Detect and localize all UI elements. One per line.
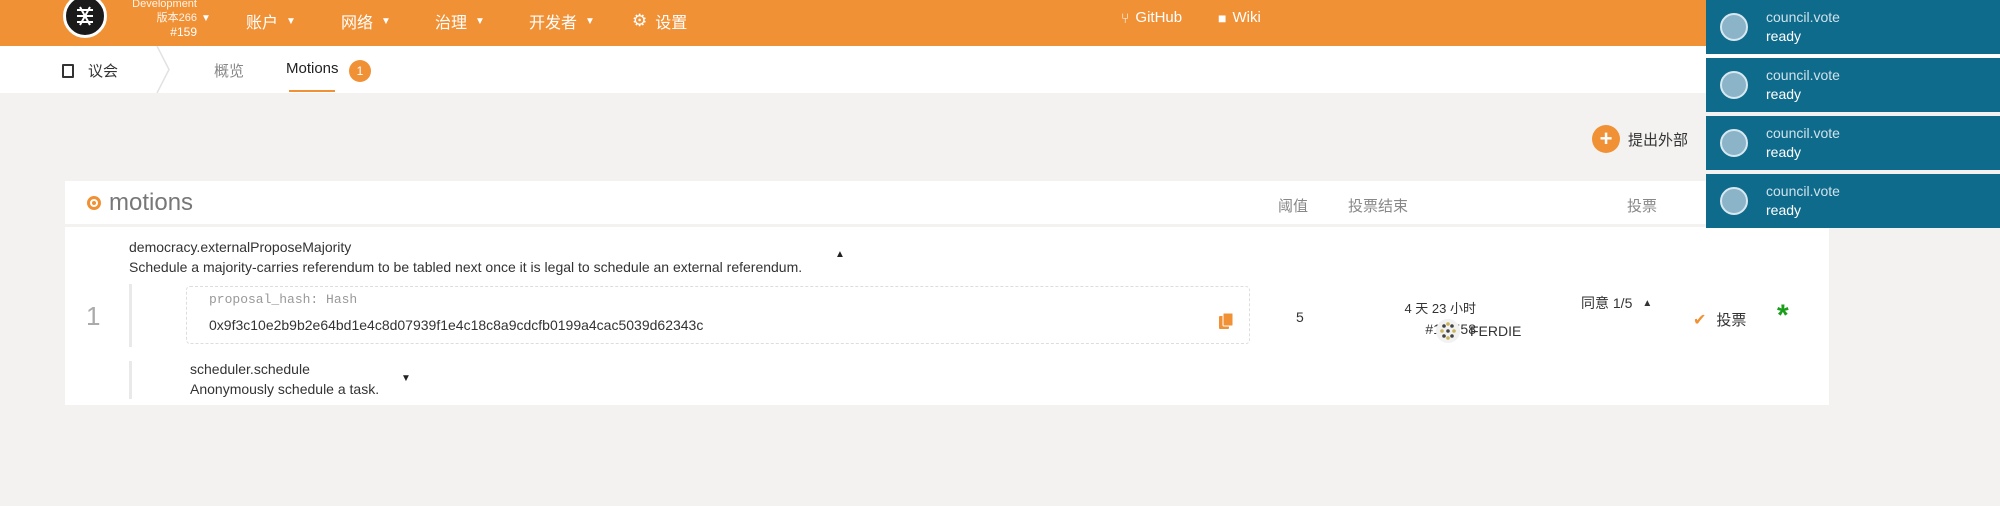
caret-down-icon[interactable]: ▼ [401, 373, 411, 384]
breadcrumb-separator-icon [156, 46, 170, 93]
building-icon [62, 63, 74, 78]
proposal-call-name: democracy.externalProposeMajority [129, 239, 352, 255]
menu-developer[interactable]: 开发者 ▼ [529, 9, 595, 33]
chain-name: Development [132, 0, 197, 10]
toast-status: ready [1766, 202, 1802, 218]
identicon-icon [1436, 319, 1460, 343]
param-value: 0x9f3c10e2b9b2e64bd1e4c8d07939f1e4c18c8a… [209, 317, 704, 333]
chevron-down-icon: ▼ [381, 15, 391, 27]
plus-icon: + [1592, 125, 1620, 153]
proposal-call[interactable]: democracy.externalProposeMajority Schedu… [129, 237, 802, 277]
chevron-down-icon: ▼ [585, 15, 595, 27]
motion-index: 1 [86, 301, 101, 331]
book-icon: ■ [1218, 9, 1227, 26]
check-icon: ✔ [1693, 311, 1707, 329]
status-toast[interactable]: council.vote ready [1706, 116, 2000, 170]
chevron-down-icon[interactable]: ▼ [201, 13, 211, 24]
menu-settings[interactable]: ⚙ 设置 [632, 9, 687, 33]
status-toast[interactable]: council.vote ready [1706, 0, 2000, 54]
toast-status: ready [1766, 28, 1802, 44]
substrate-logo-icon [77, 6, 93, 26]
runtime-version: 版本266 [156, 12, 197, 24]
notification-stack: council.vote ready council.vote ready co… [1706, 0, 2000, 232]
param-box: proposal_hash: Hash 0x9f3c10e2b9b2e64bd1… [186, 286, 1250, 344]
aye-votes-toggle[interactable]: 同意 1/5 ▲ [1581, 293, 1652, 313]
vote-button[interactable]: ✔ 投票 [1693, 309, 1746, 330]
voter-name: FERDIE [1470, 323, 1522, 339]
param-label: proposal_hash: Hash [209, 292, 358, 307]
indent-line [129, 361, 132, 399]
proposal-call-desc: Schedule a majority-carries referendum t… [129, 259, 803, 275]
menu-developer-label: 开发者 [529, 15, 578, 32]
tab-overview[interactable]: 概览 [214, 60, 244, 81]
toast-status: ready [1766, 86, 1802, 102]
header-voting-end: 投票结束 [1348, 198, 1409, 215]
motions-table: motions 阈值 投票结束 投票 1 democracy.externalP… [65, 181, 1829, 405]
chain-info[interactable]: Development 版本266 #159 [115, 0, 197, 39]
asterisk-icon: * [1777, 299, 1789, 332]
menu-settings-label: 设置 [655, 15, 688, 32]
motions-icon [87, 196, 101, 210]
best-block: #159 [170, 25, 197, 39]
spinner-icon [1720, 13, 1748, 41]
link-wiki-label: Wiki [1232, 9, 1261, 26]
table-title: motions [87, 189, 193, 217]
voter[interactable]: FERDIE [1436, 319, 1521, 343]
indent-line [129, 284, 132, 347]
menu-network[interactable]: 网络 ▼ [341, 9, 391, 33]
link-github[interactable]: ⑂ GitHub [1121, 9, 1182, 26]
app-logo[interactable] [63, 0, 107, 38]
status-toast[interactable]: council.vote ready [1706, 58, 2000, 112]
header-threshold: 阈值 [1278, 198, 1309, 215]
toast-method: council.vote [1766, 125, 1840, 141]
copy-icon[interactable] [1219, 313, 1233, 329]
code-branch-icon: ⑂ [1121, 9, 1130, 26]
menu-governance[interactable]: 治理 ▼ [435, 9, 485, 33]
inner-call[interactable]: scheduler.schedule Anonymously schedule … [190, 359, 379, 399]
toast-status: ready [1766, 144, 1802, 160]
table-header: motions 阈值 投票结束 投票 [65, 181, 1829, 227]
section-title: 议会 [88, 63, 119, 80]
menu-accounts[interactable]: 账户 ▼ [246, 9, 296, 33]
toast-method: council.vote [1766, 9, 1840, 25]
vote-button-label: 投票 [1716, 312, 1747, 329]
inner-call-desc: Anonymously schedule a task. [190, 381, 380, 397]
inner-call-name: scheduler.schedule [190, 361, 310, 377]
aye-votes-label: 同意 1/5 [1581, 295, 1633, 311]
toast-method: council.vote [1766, 183, 1840, 199]
section-tabs-bar: 议会 概览 Motions [0, 46, 2000, 93]
spinner-icon [1720, 187, 1748, 215]
tab-motions[interactable]: Motions [286, 60, 339, 77]
motions-count-badge: 1 [349, 60, 371, 82]
menu-accounts-label: 账户 [246, 15, 279, 32]
propose-external-label: 提出外部 [1628, 131, 1689, 149]
gear-icon: ⚙ [632, 11, 648, 30]
threshold-value: 5 [1296, 309, 1304, 325]
link-github-label: GitHub [1135, 9, 1183, 26]
menu-governance-label: 治理 [435, 15, 468, 32]
voting-end-time: 4 天 23 小时 [1404, 301, 1476, 316]
link-wiki[interactable]: ■ Wiki [1218, 9, 1261, 26]
spinner-icon [1720, 129, 1748, 157]
header-votes: 投票 [1627, 198, 1658, 215]
chevron-down-icon: ▼ [475, 15, 485, 27]
spinner-icon [1720, 71, 1748, 99]
chevron-down-icon: ▼ [286, 15, 296, 27]
toast-method: council.vote [1766, 67, 1840, 83]
top-nav-bar: Development 版本266 #159 ▼ 账户 ▼ 网络 ▼ 治理 ▼ … [0, 0, 2000, 46]
caret-up-icon[interactable]: ▲ [835, 249, 845, 260]
table-title-label: motions [109, 189, 194, 216]
status-toast[interactable]: council.vote ready [1706, 174, 2000, 228]
active-tab-indicator [289, 90, 335, 92]
propose-external-button[interactable]: + 提出外部 [1592, 125, 1688, 153]
section-council[interactable]: 议会 [62, 60, 118, 81]
menu-network-label: 网络 [341, 15, 374, 32]
caret-up-icon: ▲ [1642, 297, 1653, 309]
